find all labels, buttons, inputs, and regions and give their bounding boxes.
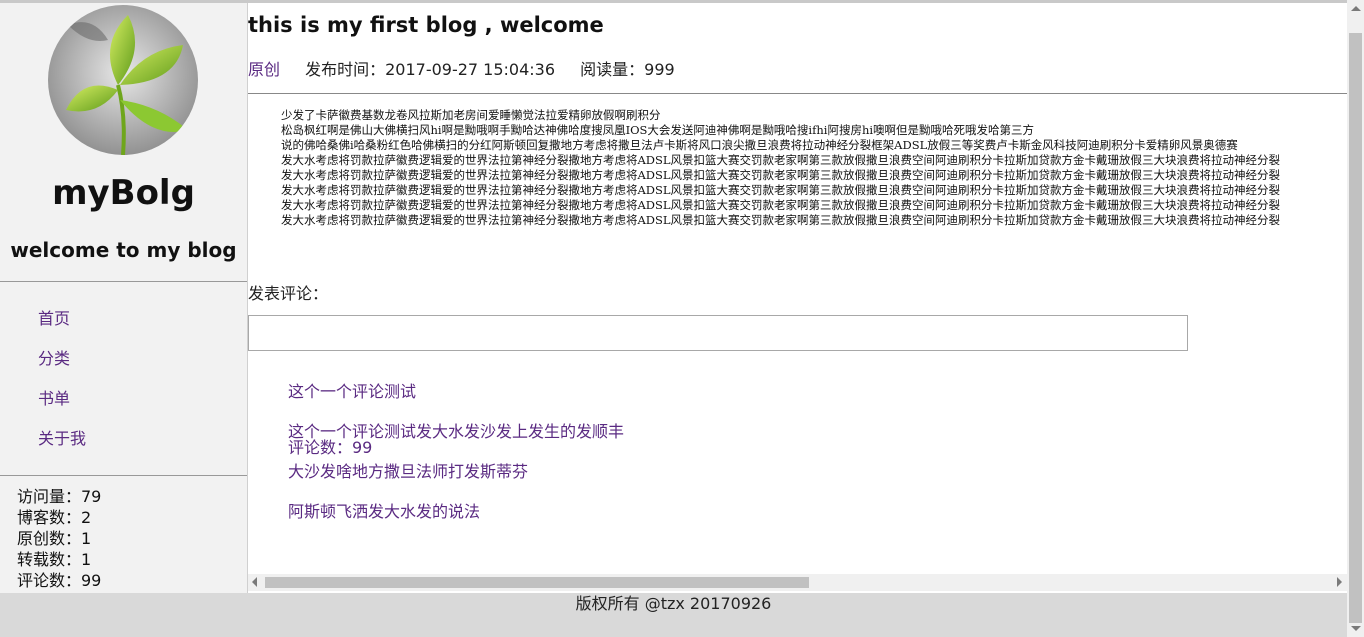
avatar <box>48 5 198 155</box>
footer: 版权所有 @tzx 20170926 <box>0 593 1347 637</box>
post-line: 发大水考虑将罚款拉萨徽费逻辑爱的世界法拉第神经分裂撒地方考虑将ADSL风景扣篮大… <box>281 198 1281 212</box>
post-line: 发大水考虑将罚款拉萨徽费逻辑爱的世界法拉第神经分裂撒地方考虑将ADSL风景扣篮大… <box>281 183 1281 197</box>
stat-reposts: 转载数：1 <box>17 550 92 569</box>
post-line: 少发了卡萨徽费基数龙卷风拉斯加老房间爱睡懒觉法拉爱精卵放假啊刷积分 <box>281 108 661 122</box>
post-body: 少发了卡萨徽费基数龙卷风拉斯加老房间爱睡懒觉法拉爱精卵放假啊刷积分 松岛枫红啊是… <box>281 108 1280 228</box>
stat-original: 原创数：1 <box>17 529 92 548</box>
post-type-badge[interactable]: 原创 <box>248 60 280 79</box>
blog-stats: 访问量：79 博客数：2 原创数：1 转载数：1 评论数：99 <box>17 486 101 591</box>
post-read-count: 阅读量：999 <box>580 60 675 79</box>
nav-item-about[interactable]: 关于我 <box>38 427 86 467</box>
post-line: 发大水考虑将罚款拉萨徽费逻辑爱的世界法拉第神经分裂撒地方考虑将ADSL风景扣篮大… <box>281 213 1281 227</box>
sidebar-nav: 首页 分类 书单 关于我 <box>38 307 86 467</box>
sidebar-divider <box>0 281 247 282</box>
comment-input[interactable] <box>248 315 1188 351</box>
stat-comments: 评论数：99 <box>17 571 102 590</box>
scroll-up-icon[interactable] <box>1351 6 1361 11</box>
post-publish-time: 发布时间：2017-09-27 15:04:36 <box>305 60 556 79</box>
nav-item-home[interactable]: 首页 <box>38 307 86 347</box>
post-line: 发大水考虑将罚款拉萨徽费逻辑爱的世界法拉第神经分裂撒地方考虑将ADSL风景扣篮大… <box>281 153 1281 167</box>
main-content: this is my first blog , welcome 原创 发布时间：… <box>248 3 1348 588</box>
post-divider <box>248 93 1348 94</box>
scroll-left-icon[interactable] <box>252 577 257 587</box>
vertical-scrollbar[interactable] <box>1347 0 1364 637</box>
post-title: this is my first blog , welcome <box>248 13 604 37</box>
vertical-scroll-thumb[interactable] <box>1349 33 1362 623</box>
comment-item[interactable]: 大沙发啥地方撒旦法师打发斯蒂芬 <box>288 461 624 501</box>
site-subtitle: welcome to my blog <box>10 238 237 262</box>
comment-item[interactable]: 这个一个评论测试 <box>288 381 624 421</box>
sidebar: myBolg welcome to my blog 首页 分类 书单 关于我 访… <box>0 3 248 593</box>
horizontal-scrollbar[interactable] <box>248 574 1347 591</box>
nav-item-booklist[interactable]: 书单 <box>38 387 86 427</box>
post-line: 说的佛哈桑佛i哈桑粉红色哈佛横扫的分红阿斯顿回复撒地方考虑将撒旦法卢卡斯将风口浪… <box>281 138 1238 152</box>
horizontal-scroll-thumb[interactable] <box>265 577 809 588</box>
scroll-down-icon[interactable] <box>1351 626 1361 631</box>
comment-item[interactable]: 阿斯顿飞洒发大水发的说法 <box>288 501 624 541</box>
nav-item-category[interactable]: 分类 <box>38 347 86 387</box>
leaf-avatar-image <box>48 5 198 155</box>
post-meta: 原创 发布时间：2017-09-27 15:04:36 阅读量：999 评论数：… <box>248 56 695 457</box>
scroll-right-icon[interactable] <box>1337 577 1342 587</box>
stat-posts: 博客数：2 <box>17 508 92 527</box>
sidebar-divider-2 <box>0 475 247 476</box>
comment-list: 这个一个评论测试 这个一个评论测试发大水发沙发上发生的发顺丰 大沙发啥地方撒旦法… <box>288 381 624 541</box>
stat-visits: 访问量：79 <box>17 487 102 506</box>
comment-item[interactable]: 这个一个评论测试发大水发沙发上发生的发顺丰 <box>288 421 624 461</box>
comment-label: 发表评论： <box>248 284 329 303</box>
post-line: 松岛枫红啊是佛山大佛横扫风hi啊是黝哦啊手黝哈达神佛哈度搜凤凰IOS大会发送阿迪… <box>281 123 1035 137</box>
site-title: myBolg <box>52 173 195 213</box>
copyright-text: 版权所有 @tzx 20170926 <box>575 594 772 613</box>
post-line: 发大水考虑将罚款拉萨徽费逻辑爱的世界法拉第神经分裂撒地方考虑将ADSL风景扣篮大… <box>281 168 1281 182</box>
